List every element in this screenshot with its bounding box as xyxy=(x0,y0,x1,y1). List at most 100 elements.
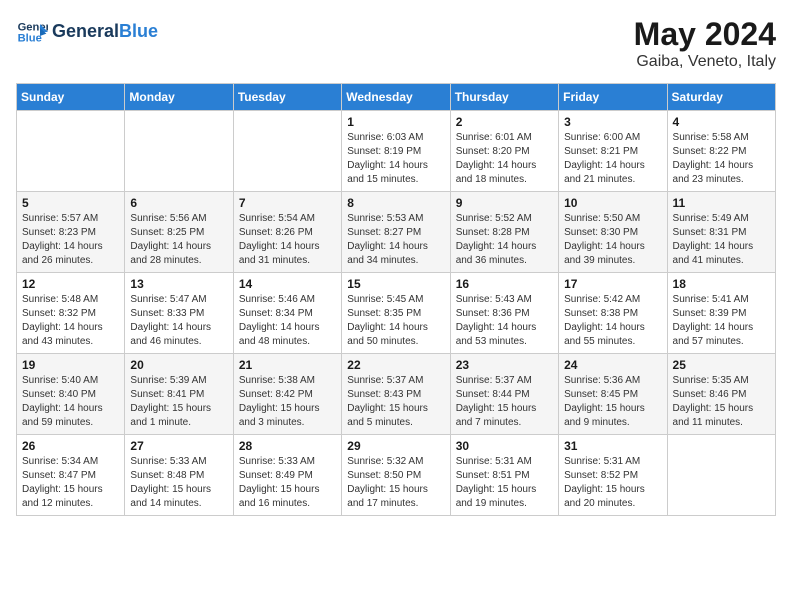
table-row: 25 Sunrise: 5:35 AMSunset: 8:46 PMDayligh… xyxy=(667,354,775,435)
table-row: 29Sunrise: 5:32 AMSunset: 8:50 PMDayligh… xyxy=(342,435,450,516)
day-info: Sunrise: 5:35 AMSunset: 8:46 PMDaylight:… xyxy=(673,374,770,430)
table-row xyxy=(17,111,125,192)
table-row: 3 Sunrise: 6:00 AMSunset: 8:21 PMDaylight… xyxy=(559,111,667,192)
table-row: 15Sunrise: 5:45 AMSunset: 8:35 PMDayligh… xyxy=(342,273,450,354)
calendar-header-row: Sunday Monday Tuesday Wednesday Thursday… xyxy=(17,84,776,111)
day-number: 20 xyxy=(130,358,227,372)
table-row: 14 Sunrise: 5:46 AMSunset: 8:34 PMDayligh… xyxy=(233,273,341,354)
table-row: 30 Sunrise: 5:31 AMSunset: 8:51 PMDayligh… xyxy=(450,435,558,516)
day-info: Sunrise: 5:31 AMSunset: 8:51 PMDaylight:… xyxy=(456,455,553,511)
day-info: Sunrise: 5:52 AMSunset: 8:28 PMDaylight:… xyxy=(456,212,553,268)
col-monday: Monday xyxy=(125,84,233,111)
table-row: 2Sunrise: 6:01 AMSunset: 8:20 PMDaylight… xyxy=(450,111,558,192)
col-wednesday: Wednesday xyxy=(342,84,450,111)
title-block: May 2024 Gaiba, Veneto, Italy xyxy=(634,16,776,71)
col-sunday: Sunday xyxy=(17,84,125,111)
calendar-table: Sunday Monday Tuesday Wednesday Thursday… xyxy=(16,83,776,516)
table-row: 27Sunrise: 5:33 AMSunset: 8:48 PMDayligh… xyxy=(125,435,233,516)
day-number: 5 xyxy=(22,196,119,210)
calendar-week-row: 12 Sunrise: 5:48 AMSunset: 8:32 PMDayligh… xyxy=(17,273,776,354)
day-info: Sunrise: 5:39 AMSunset: 8:41 PMDaylight:… xyxy=(130,374,227,430)
day-info: Sunrise: 5:36 AMSunset: 8:45 PMDaylight:… xyxy=(564,374,661,430)
table-row: 11Sunrise: 5:49 AMSunset: 8:31 PMDayligh… xyxy=(667,192,775,273)
day-number: 21 xyxy=(239,358,336,372)
day-number: 22 xyxy=(347,358,444,372)
day-info: Sunrise: 5:34 AMSunset: 8:47 PMDaylight:… xyxy=(22,455,119,511)
day-number: 27 xyxy=(130,439,227,453)
day-number: 17 xyxy=(564,277,661,291)
day-info: Sunrise: 5:43 AMSunset: 8:36 PMDaylight:… xyxy=(456,293,553,349)
calendar-week-row: 1Sunrise: 6:03 AMSunset: 8:19 PMDaylight… xyxy=(17,111,776,192)
day-info: Sunrise: 5:40 AMSunset: 8:40 PMDaylight:… xyxy=(22,374,119,430)
table-row: 5Sunrise: 5:57 AMSunset: 8:23 PMDaylight… xyxy=(17,192,125,273)
col-saturday: Saturday xyxy=(667,84,775,111)
calendar-week-row: 5Sunrise: 5:57 AMSunset: 8:23 PMDaylight… xyxy=(17,192,776,273)
header: General Blue GeneralBlue May 2024 Gaiba,… xyxy=(16,16,776,71)
day-info: Sunrise: 5:54 AMSunset: 8:26 PMDaylight:… xyxy=(239,212,336,268)
table-row: 4Sunrise: 5:58 AMSunset: 8:22 PMDaylight… xyxy=(667,111,775,192)
logo-icon: General Blue xyxy=(16,16,48,48)
day-number: 18 xyxy=(673,277,770,291)
day-info: Sunrise: 5:58 AMSunset: 8:22 PMDaylight:… xyxy=(673,131,770,187)
day-info: Sunrise: 6:00 AMSunset: 8:21 PMDaylight:… xyxy=(564,131,661,187)
table-row: 21Sunrise: 5:38 AMSunset: 8:42 PMDayligh… xyxy=(233,354,341,435)
day-number: 2 xyxy=(456,115,553,129)
day-number: 3 xyxy=(564,115,661,129)
day-info: Sunrise: 5:46 AMSunset: 8:34 PMDaylight:… xyxy=(239,293,336,349)
table-row: 10 Sunrise: 5:50 AMSunset: 8:30 PMDayligh… xyxy=(559,192,667,273)
table-row xyxy=(667,435,775,516)
day-info: Sunrise: 5:41 AMSunset: 8:39 PMDaylight:… xyxy=(673,293,770,349)
table-row xyxy=(125,111,233,192)
logo-text: GeneralBlue xyxy=(52,22,158,42)
day-number: 11 xyxy=(673,196,770,210)
table-row: 8Sunrise: 5:53 AMSunset: 8:27 PMDaylight… xyxy=(342,192,450,273)
table-row xyxy=(233,111,341,192)
col-tuesday: Tuesday xyxy=(233,84,341,111)
day-number: 12 xyxy=(22,277,119,291)
day-info: Sunrise: 6:03 AMSunset: 8:19 PMDaylight:… xyxy=(347,131,444,187)
day-info: Sunrise: 5:50 AMSunset: 8:30 PMDaylight:… xyxy=(564,212,661,268)
day-info: Sunrise: 5:37 AMSunset: 8:43 PMDaylight:… xyxy=(347,374,444,430)
table-row: 9 Sunrise: 5:52 AMSunset: 8:28 PMDaylight… xyxy=(450,192,558,273)
table-row: 23Sunrise: 5:37 AMSunset: 8:44 PMDayligh… xyxy=(450,354,558,435)
page: General Blue GeneralBlue May 2024 Gaiba,… xyxy=(0,0,792,612)
day-number: 8 xyxy=(347,196,444,210)
table-row: 31Sunrise: 5:31 AMSunset: 8:52 PMDayligh… xyxy=(559,435,667,516)
day-info: Sunrise: 5:42 AMSunset: 8:38 PMDaylight:… xyxy=(564,293,661,349)
svg-text:Blue: Blue xyxy=(18,33,42,45)
day-number: 13 xyxy=(130,277,227,291)
calendar-week-row: 26 Sunrise: 5:34 AMSunset: 8:47 PMDayligh… xyxy=(17,435,776,516)
day-number: 6 xyxy=(130,196,227,210)
day-number: 9 xyxy=(456,196,553,210)
day-number: 30 xyxy=(456,439,553,453)
table-row: 26 Sunrise: 5:34 AMSunset: 8:47 PMDayligh… xyxy=(17,435,125,516)
table-row: 12 Sunrise: 5:48 AMSunset: 8:32 PMDayligh… xyxy=(17,273,125,354)
day-number: 14 xyxy=(239,277,336,291)
table-row: 13 Sunrise: 5:47 AMSunset: 8:33 PMDayligh… xyxy=(125,273,233,354)
table-row: 24 Sunrise: 5:36 AMSunset: 8:45 PMDayligh… xyxy=(559,354,667,435)
day-info: Sunrise: 5:47 AMSunset: 8:33 PMDaylight:… xyxy=(130,293,227,349)
day-number: 26 xyxy=(22,439,119,453)
day-number: 10 xyxy=(564,196,661,210)
table-row: 19Sunrise: 5:40 AMSunset: 8:40 PMDayligh… xyxy=(17,354,125,435)
calendar-subtitle: Gaiba, Veneto, Italy xyxy=(634,53,776,71)
day-info: Sunrise: 5:32 AMSunset: 8:50 PMDaylight:… xyxy=(347,455,444,511)
day-number: 25 xyxy=(673,358,770,372)
table-row: 20 Sunrise: 5:39 AMSunset: 8:41 PMDayligh… xyxy=(125,354,233,435)
calendar-week-row: 19Sunrise: 5:40 AMSunset: 8:40 PMDayligh… xyxy=(17,354,776,435)
table-row: 28Sunrise: 5:33 AMSunset: 8:49 PMDayligh… xyxy=(233,435,341,516)
logo: General Blue GeneralBlue xyxy=(16,16,158,48)
day-number: 15 xyxy=(347,277,444,291)
day-info: Sunrise: 5:37 AMSunset: 8:44 PMDaylight:… xyxy=(456,374,553,430)
table-row: 1Sunrise: 6:03 AMSunset: 8:19 PMDaylight… xyxy=(342,111,450,192)
day-info: Sunrise: 5:33 AMSunset: 8:49 PMDaylight:… xyxy=(239,455,336,511)
day-info: Sunrise: 5:31 AMSunset: 8:52 PMDaylight:… xyxy=(564,455,661,511)
day-info: Sunrise: 5:48 AMSunset: 8:32 PMDaylight:… xyxy=(22,293,119,349)
col-thursday: Thursday xyxy=(450,84,558,111)
table-row: 7Sunrise: 5:54 AMSunset: 8:26 PMDaylight… xyxy=(233,192,341,273)
table-row: 6Sunrise: 5:56 AMSunset: 8:25 PMDaylight… xyxy=(125,192,233,273)
table-row: 18 Sunrise: 5:41 AMSunset: 8:39 PMDayligh… xyxy=(667,273,775,354)
day-number: 24 xyxy=(564,358,661,372)
table-row: 16Sunrise: 5:43 AMSunset: 8:36 PMDayligh… xyxy=(450,273,558,354)
calendar-title: May 2024 xyxy=(634,16,776,53)
